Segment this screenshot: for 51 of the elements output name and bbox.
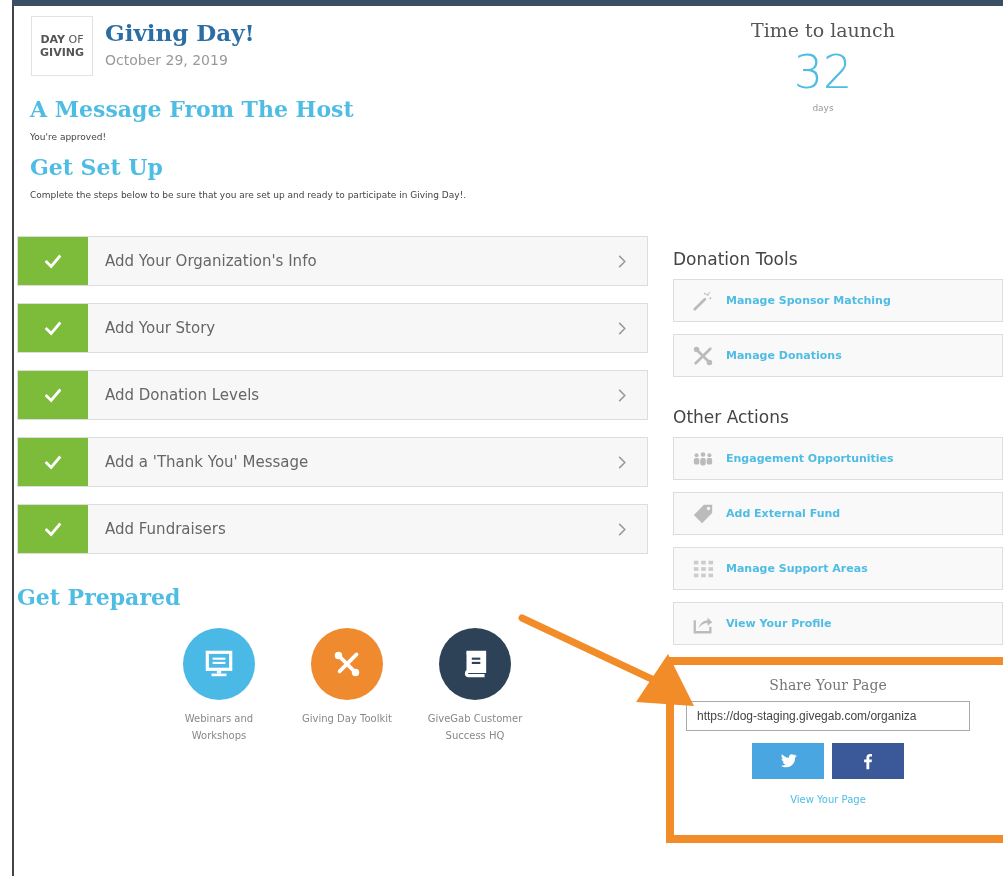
action-label: Engagement Opportunities <box>726 452 894 465</box>
setup-instructions: Complete the steps below to be sure that you are set up and ready to participate in Giving Day!. <box>30 190 468 200</box>
magic-wand-icon <box>692 289 714 312</box>
action-link[interactable]: Manage Sponsor Matching <box>673 279 1003 322</box>
action-link[interactable]: Engagement Opportunities <box>673 437 1003 480</box>
section-heading: Get Set Up <box>30 154 164 180</box>
setup-step[interactable]: Add Donation Levels <box>17 370 648 420</box>
section-heading: Donation Tools <box>673 249 799 269</box>
action-label: Add External Fund <box>726 507 841 520</box>
chevron-right-icon <box>617 253 627 269</box>
action-label: Manage Sponsor Matching <box>726 294 891 307</box>
action-label: View Your Profile <box>726 617 832 630</box>
action-label: Manage Support Areas <box>726 562 868 575</box>
action-link[interactable]: Manage Support Areas <box>673 547 1003 590</box>
countdown-unit: days <box>811 103 835 113</box>
event-title: Giving Day! <box>105 19 255 46</box>
host-message: You're approved! <box>30 132 108 142</box>
resource-label: Giving Day Toolkit <box>302 712 392 726</box>
tools-icon <box>692 344 714 367</box>
facebook-button[interactable] <box>832 743 904 779</box>
url-field[interactable]: https://dog-staging.givegab.com/organiza <box>686 701 970 731</box>
countdown-title: Time to launch <box>750 19 896 41</box>
event-date: October 29, 2019 <box>105 52 229 68</box>
view-page-link[interactable]: View Your Page <box>790 794 866 805</box>
action-link[interactable]: Manage Donations <box>673 334 1003 377</box>
chevron-right-icon <box>617 521 627 537</box>
setup-step[interactable]: Add Fundraisers <box>17 504 648 554</box>
step-label: Add Your Story <box>104 319 217 337</box>
step-label: Add Fundraisers <box>104 520 227 538</box>
section-heading: A Message From The Host <box>30 96 355 122</box>
resource-label: Webinars and Workshops <box>183 712 255 743</box>
setup-step[interactable]: Add Your Organization's Info <box>17 236 648 286</box>
countdown-number: 32 <box>792 45 854 99</box>
setup-step[interactable]: Add Your Story <box>17 303 648 353</box>
day-of-giving-logo: DAY OF GIVING <box>31 16 93 76</box>
step-label: Add Your Organization's Info <box>104 252 318 270</box>
resource-label: GiveGab Customer Success HQ <box>426 712 524 743</box>
share-title: Share Your Page <box>769 677 887 693</box>
action-link[interactable]: Add External Fund <box>673 492 1003 535</box>
twitter-button[interactable] <box>752 743 824 779</box>
chevron-right-icon <box>617 320 627 336</box>
setup-step[interactable]: Add a 'Thank You' Message <box>17 437 648 487</box>
section-heading: Other Actions <box>673 407 790 427</box>
chevron-right-icon <box>617 454 627 470</box>
tag-icon <box>692 502 714 525</box>
action-link[interactable]: View Your Profile <box>673 602 1003 645</box>
action-label: Manage Donations <box>726 349 842 362</box>
step-label: Add a 'Thank You' Message <box>104 453 310 471</box>
chevron-right-icon <box>617 387 627 403</box>
section-heading: Get Prepared <box>17 584 182 610</box>
step-label: Add Donation Levels <box>104 386 261 404</box>
